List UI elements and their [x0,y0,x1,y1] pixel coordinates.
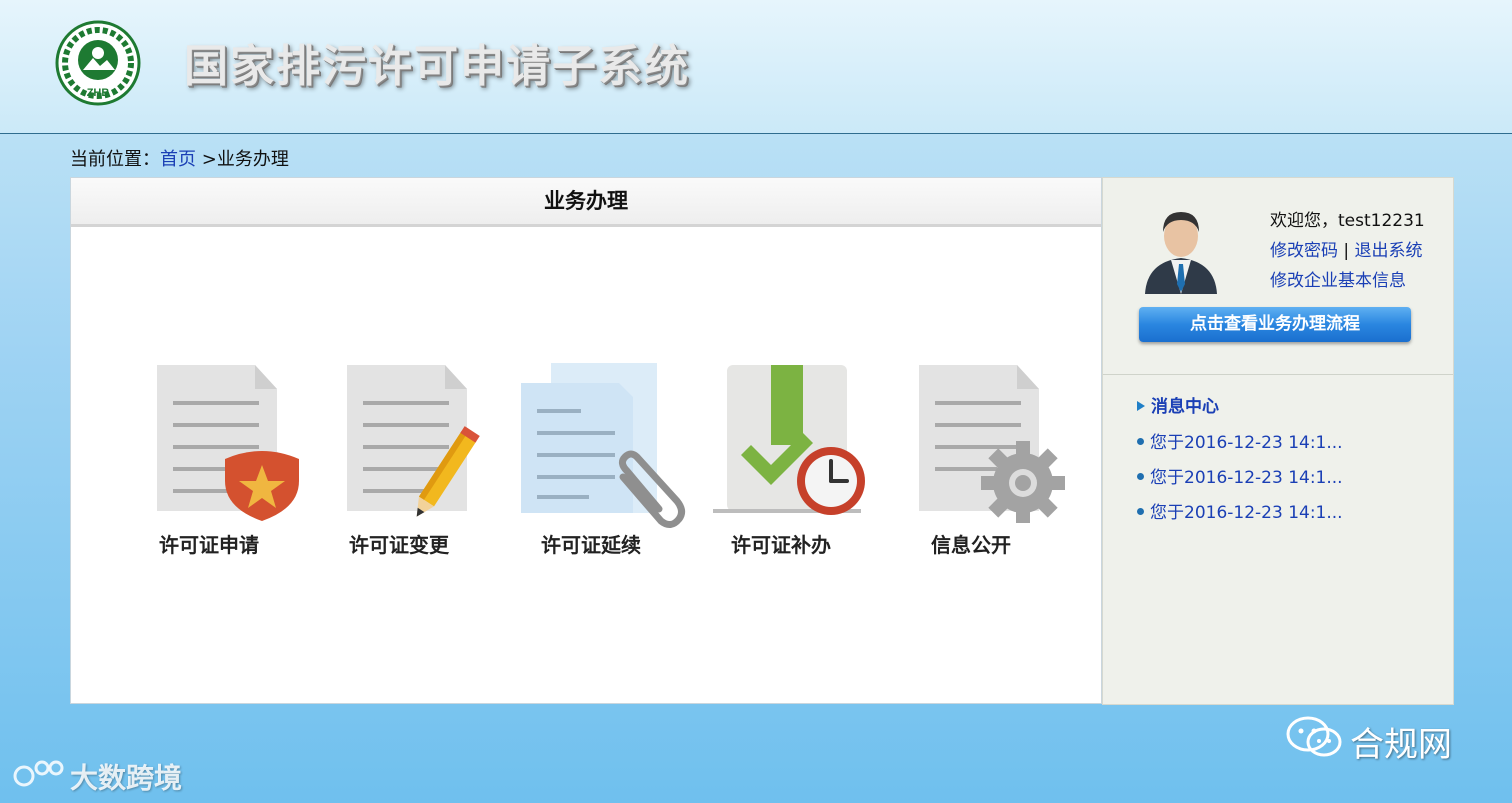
service-info-disclosure[interactable]: 信息公开 [917,363,1087,557]
wechat-icon [1286,716,1344,767]
avatar [1141,202,1221,294]
service-permit-apply[interactable]: 许可证申请 [155,363,325,557]
wechat-watermark-text: 合规网 [1350,725,1452,765]
user-sidebar: 欢迎您，test12231 修改密码 | 退出系统 修改企业基本信息 点击查看业… [1102,177,1454,705]
paperclip-icon [521,363,686,528]
service-label: 许可证延续 [541,533,641,557]
breadcrumb-current: >业务办理 [201,149,289,170]
message-item[interactable]: 您于2016-12-23 14:1... [1137,428,1343,453]
brand-watermark: 大数跨境 [12,756,182,797]
message-item[interactable]: 您于2016-12-23 14:1... [1137,463,1343,488]
message-center-title[interactable]: 消息中心 [1137,392,1219,417]
welcome-text: 欢迎您，test12231 [1270,211,1425,231]
zhb-logo: ZHB [55,20,141,106]
change-password-link[interactable]: 修改密码 [1270,241,1338,261]
wechat-watermark: 合规网 [1286,716,1452,767]
breadcrumb-home-link[interactable]: 首页 [160,149,196,170]
sidebar-divider [1103,374,1453,375]
service-label: 许可证申请 [159,533,259,557]
service-permit-reissue[interactable]: 许可证补办 [713,363,883,557]
link-separator: | [1343,241,1350,261]
user-info: 欢迎您，test12231 修改密码 | 退出系统 修改企业基本信息 [1270,206,1425,296]
service-permit-change[interactable]: 许可证变更 [345,363,515,557]
system-title: 国家排污许可申请子系统 [184,41,690,92]
service-label: 许可证变更 [349,533,449,557]
view-process-button[interactable]: 点击查看业务办理流程 [1139,307,1411,342]
logout-link[interactable]: 退出系统 [1355,241,1423,261]
main-title: 业务办理 [71,178,1101,227]
breadcrumb: 当前位置：首页 >业务办理 [70,145,289,171]
edit-company-info-link[interactable]: 修改企业基本信息 [1270,271,1406,291]
service-label: 信息公开 [931,533,1011,557]
pencil-icon [347,365,480,517]
message-item[interactable]: 您于2016-12-23 14:1... [1137,498,1343,523]
service-label: 许可证补办 [731,533,831,557]
breadcrumb-prefix: 当前位置： [70,149,160,170]
service-permit-renewal[interactable]: 许可证延续 [519,361,689,557]
brand-watermark-text: 大数跨境 [70,761,183,795]
brand-logo-icon [12,756,66,797]
svg-text:ZHB: ZHB [87,87,110,99]
main-panel: 业务办理 许可证申请 许可证变更 许可证延续 许可证补办 信息公开 [70,177,1102,704]
gear-icon [919,365,1065,523]
clock-icon [713,365,865,515]
header: ZHB 国家排污许可申请子系统 [0,0,1512,134]
shield-star-icon [157,365,299,521]
